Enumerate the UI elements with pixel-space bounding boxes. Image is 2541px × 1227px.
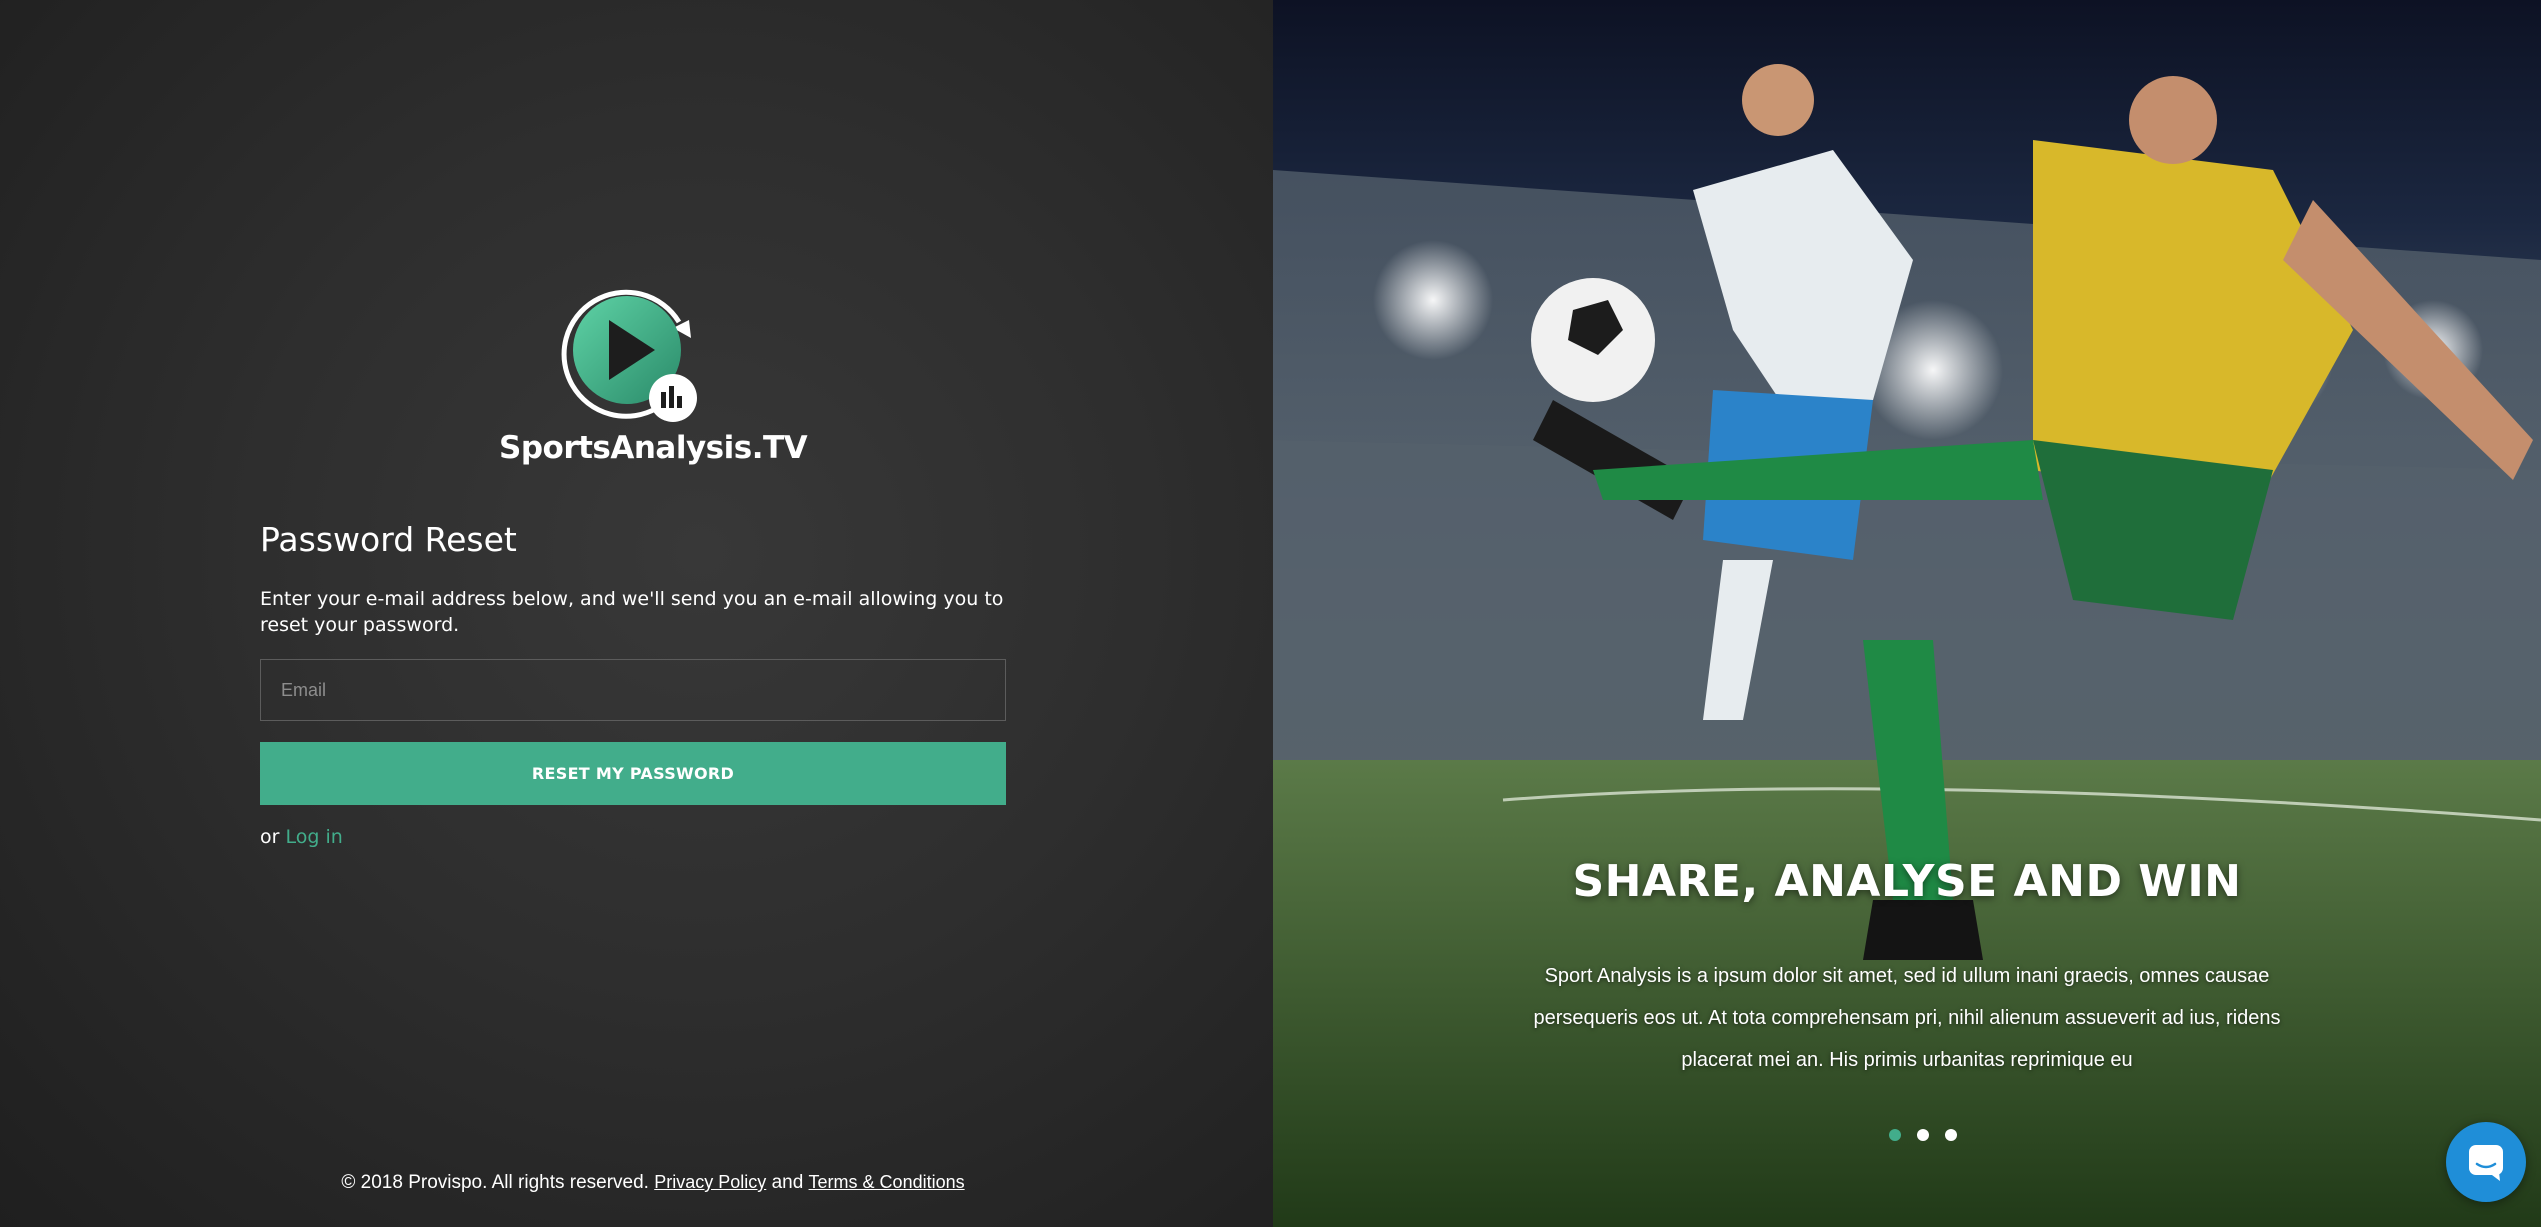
carousel-indicators — [1889, 1129, 1957, 1141]
or-text: or — [260, 826, 280, 848]
login-link[interactable]: Log in — [285, 826, 342, 848]
hero-description: Sport Analysis is a ipsum dolor sit amet… — [1533, 965, 2281, 1071]
carousel-dot-1[interactable] — [1889, 1129, 1901, 1141]
carousel-dot-3[interactable] — [1945, 1129, 1957, 1141]
login-prompt: or Log in — [260, 826, 343, 848]
carousel-dot-2[interactable] — [1917, 1129, 1929, 1141]
hero-title: SHARE, ANALYSE AND WIN — [1572, 856, 2242, 907]
play-circle-chart-icon — [561, 289, 697, 422]
privacy-policy-link[interactable]: Privacy Policy — [654, 1172, 766, 1192]
chat-launcher-button[interactable] — [2446, 1122, 2526, 1202]
email-field[interactable] — [260, 659, 1006, 721]
reset-password-button[interactable]: RESET MY PASSWORD — [260, 742, 1006, 805]
chat-bubble-icon — [2469, 1145, 2503, 1181]
hero-panel: SHARE, ANALYSE AND WIN Sport Analysis is… — [1273, 0, 2541, 1227]
terms-link[interactable]: Terms & Conditions — [809, 1172, 965, 1192]
form-description: Enter your e-mail address below, and we'… — [260, 588, 1004, 636]
auth-panel: SportsAnalysis.TV Password Reset Enter y… — [0, 0, 1273, 1227]
brand-name: SportsAnalysis.TV — [499, 430, 808, 466]
footer: © 2018 Provispo. All rights reserved. Pr… — [0, 1172, 1306, 1194]
brand-logo[interactable]: SportsAnalysis.TV — [499, 280, 808, 480]
and-text: and — [771, 1172, 804, 1193]
page-title: Password Reset — [260, 520, 517, 559]
copyright-text: © 2018 Provispo. All rights reserved. — [341, 1172, 649, 1193]
